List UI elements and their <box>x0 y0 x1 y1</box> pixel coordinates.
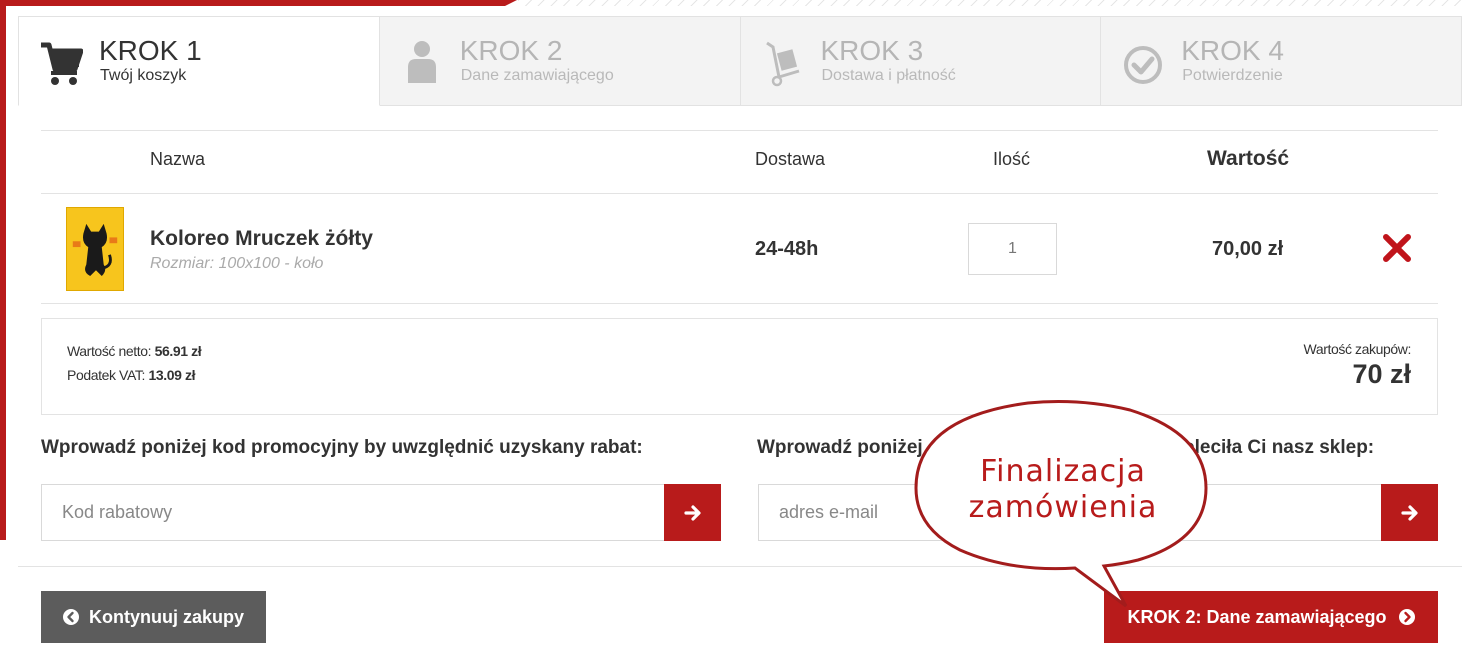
cart-item-row: Koloreo Mruczek żółty Rozmiar: 100x100 -… <box>41 194 1438 304</box>
order-summary: Wartość netto: 56.91 zł Podatek VAT: 13.… <box>41 318 1438 415</box>
net-value: 56.91 zł <box>154 343 202 359</box>
referral-label-end: oleciła Ci nasz sklep: <box>1183 437 1375 458</box>
step-title: KROK 3 <box>820 35 924 66</box>
left-red-bar <box>0 0 6 540</box>
step-1[interactable]: KROK 1 Twój koszyk <box>18 16 380 106</box>
remove-item-icon[interactable] <box>1381 232 1413 264</box>
step-2[interactable]: KROK 2 Dane zamawiającego <box>379 16 741 106</box>
vat-label: Podatek VAT: <box>67 367 145 383</box>
step-3[interactable]: KROK 3 Dostawa i płatność <box>740 16 1102 106</box>
callout-line-2: zamówienia <box>968 490 1158 525</box>
arrow-right-icon <box>1400 504 1418 521</box>
next-step-label: KROK 2: Dane zamawiającego <box>1127 606 1387 627</box>
product-thumbnail[interactable] <box>66 207 124 291</box>
step-subtitle: Dane zamawiającego <box>460 67 614 84</box>
column-name: Nazwa <box>150 149 206 169</box>
submit-referral-button[interactable] <box>1381 484 1438 541</box>
chevron-right-circle-icon <box>1398 609 1415 625</box>
step-4[interactable]: KROK 4 Potwierdzenie <box>1101 16 1462 106</box>
step-subtitle: Twój koszyk <box>100 67 187 84</box>
user-icon <box>407 41 436 83</box>
chevron-left-circle-icon <box>62 609 79 625</box>
cart-table-header: Nazwa Dostawa Ilość Wartość <box>41 130 1438 194</box>
hand-truck-icon <box>765 41 799 87</box>
column-delivery: Dostawa <box>755 149 826 169</box>
continue-shopping-label: Kontynuuj zakupy <box>88 606 244 627</box>
step-title: KROK 1 <box>99 35 202 66</box>
step-title: KROK 4 <box>1181 35 1284 66</box>
callout-line-1: Finalizacja <box>980 454 1146 489</box>
section-divider <box>18 566 1462 567</box>
item-price: 70,00 zł <box>1212 238 1284 260</box>
checkout-steps: KROK 1 Twój koszyk KROK 2 Dane zamawiają… <box>18 16 1462 106</box>
top-hatch-pattern <box>518 0 1465 6</box>
delivery-time: 24-48h <box>755 238 819 260</box>
next-step-button[interactable]: KROK 2: Dane zamawiającego <box>1104 591 1438 643</box>
referral-label-start: Wprowadź poniżej <box>757 437 923 458</box>
top-red-bar <box>0 0 517 6</box>
net-value-label: Wartość netto: <box>67 343 152 359</box>
column-quantity: Ilość <box>993 149 1031 169</box>
check-circle-icon <box>1124 46 1163 84</box>
column-value: Wartość <box>1207 147 1290 170</box>
total-value: 70 zł <box>1352 359 1411 389</box>
promo-code-label: Wprowadź poniżej kod promocyjny by uwzgl… <box>41 437 643 458</box>
net-value-line: Wartość netto: 56.91 zł <box>67 343 202 359</box>
promo-code-input[interactable] <box>42 485 664 540</box>
step-subtitle: Dostawa i płatność <box>821 67 956 84</box>
vat-line: Podatek VAT: 13.09 zł <box>67 367 195 383</box>
product-name[interactable]: Koloreo Mruczek żółty <box>150 227 373 251</box>
arrow-right-icon <box>683 504 701 521</box>
callout-text: Finalizacja zamówienia <box>948 454 1178 526</box>
step-title: KROK 2 <box>459 35 563 66</box>
apply-promo-button[interactable] <box>664 484 721 541</box>
quantity-input[interactable] <box>968 223 1057 275</box>
cart-icon <box>41 42 83 85</box>
vat-value: 13.09 zł <box>148 367 196 383</box>
promo-code-group <box>41 484 721 541</box>
step-subtitle: Potwierdzenie <box>1182 67 1283 84</box>
total-label: Wartość zakupów: <box>1303 341 1412 357</box>
continue-shopping-button[interactable]: Kontynuuj zakupy <box>41 591 266 643</box>
product-variant: Rozmiar: 100x100 - koło <box>150 255 324 272</box>
